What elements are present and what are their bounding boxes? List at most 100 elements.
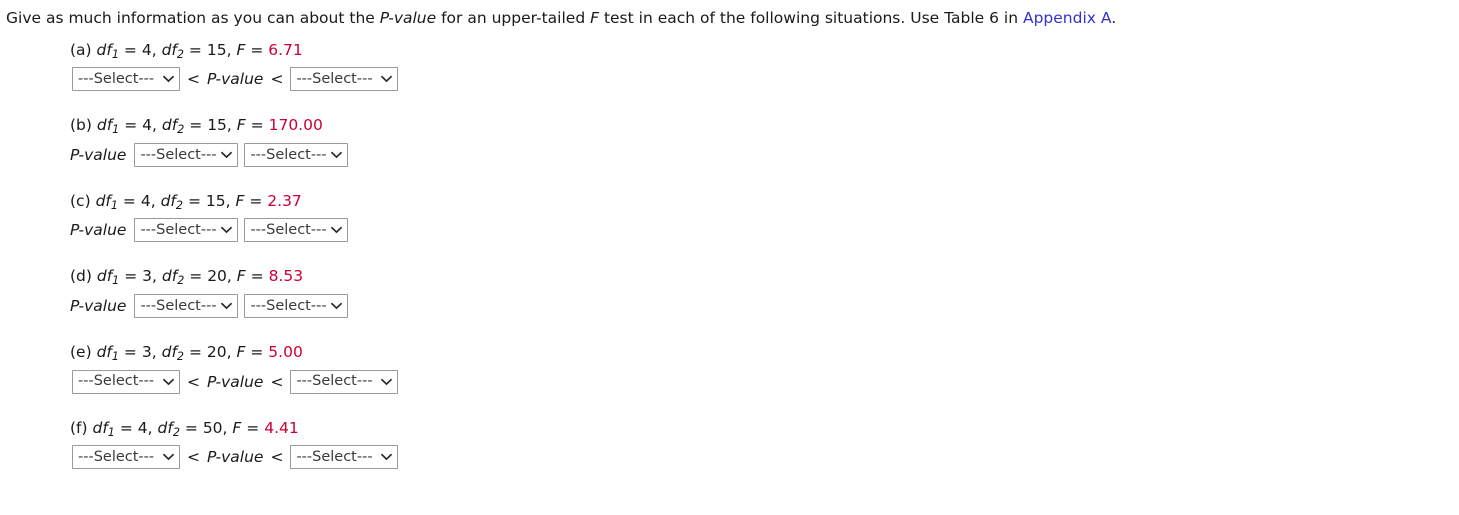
df1-symbol: df <box>96 116 113 135</box>
df2-subscript: 2 <box>175 198 183 212</box>
part-a-answer-row: ---Select--- < P-value < ---Select--- <box>72 67 1459 92</box>
part-f-upper-bound-wrap: ---Select--- <box>290 445 399 470</box>
part-f-pvalue-label: P-value <box>207 448 264 467</box>
part-e-df1-value: 3 <box>141 342 152 361</box>
equals-sign: = <box>189 267 203 286</box>
f-symbol: F <box>235 191 245 210</box>
comma-1: , <box>151 40 157 59</box>
part-d-comparator-wrap: ---Select--- <box>134 293 239 318</box>
part-b-f-value: 170.00 <box>268 116 323 135</box>
part-d-value-select[interactable]: ---Select--- <box>244 293 349 318</box>
prompt-segment-1: Give as much information as you can abou… <box>6 9 380 27</box>
part-e-lower-bound-wrap: ---Select--- <box>72 369 180 394</box>
less-than-operator-left: < <box>187 448 200 467</box>
df2-subscript: 2 <box>176 47 184 61</box>
part-d-f-value: 8.53 <box>268 267 304 286</box>
part-a-label: (a) <box>70 40 92 59</box>
df1-subscript: 1 <box>111 350 119 364</box>
df1-symbol: df <box>96 342 112 361</box>
equals-sign: = <box>123 40 137 59</box>
equals-sign: = <box>124 267 138 286</box>
part-e-upper-bound-select[interactable]: ---Select--- <box>290 369 399 394</box>
part-a-pvalue-label: P-value <box>207 70 264 89</box>
prompt-segment-3: test in each of the following situations… <box>599 9 1023 27</box>
equals-sign: = <box>188 40 202 59</box>
part-f-lower-bound-select[interactable]: ---Select--- <box>72 445 180 470</box>
part-e-f-value: 5.00 <box>268 342 303 361</box>
part-f-upper-bound-select[interactable]: ---Select--- <box>290 445 399 470</box>
part-f-f-value: 4.41 <box>264 418 299 437</box>
df2-symbol: df <box>161 116 178 135</box>
part-d-statement: (d) df1 = 3, df2 = 20, F = 8.53 <box>70 267 1459 286</box>
part-a-lower-bound-select[interactable]: ---Select--- <box>72 67 180 92</box>
df1-symbol: df <box>96 40 112 59</box>
f-symbol: F <box>232 418 242 437</box>
less-than-operator-right: < <box>270 448 284 467</box>
equals-sign: = <box>250 116 264 135</box>
question-prompt: Give as much information as you can abou… <box>0 0 1459 28</box>
part-d-pvalue-label: P-value <box>70 296 127 315</box>
part-a-df1-value: 4 <box>141 40 152 59</box>
df1-symbol: df <box>95 191 111 210</box>
less-than-operator-left: < <box>187 372 200 391</box>
part-c-df2-value: 15 <box>205 191 226 210</box>
part-a-upper-bound-wrap: ---Select--- <box>290 67 399 92</box>
comma-1: , <box>147 418 153 437</box>
part-d-df2-value: 20 <box>207 267 227 286</box>
comma-2: , <box>226 267 232 286</box>
part-b-comparator-select[interactable]: ---Select--- <box>134 142 239 167</box>
part-e-label: (e) <box>70 342 92 361</box>
part-c-label: (c) <box>70 191 91 210</box>
part-c-comparator-select[interactable]: ---Select--- <box>134 218 239 243</box>
less-than-operator-left: < <box>187 70 200 89</box>
equals-sign: = <box>184 418 198 437</box>
part-e-df2-value: 20 <box>206 342 227 361</box>
comma-1: , <box>150 191 156 210</box>
df2-symbol: df <box>161 40 177 59</box>
f-symbol: F <box>236 342 246 361</box>
part-d-df1-value: 3 <box>142 267 153 286</box>
part-b-value-select[interactable]: ---Select--- <box>244 142 349 167</box>
question-page: Give as much information as you can abou… <box>0 0 1459 515</box>
part-e-lower-bound-select[interactable]: ---Select--- <box>72 369 180 394</box>
df1-symbol: df <box>92 418 108 437</box>
df2-symbol: df <box>160 191 176 210</box>
df2-symbol: df <box>157 418 173 437</box>
comma-2: , <box>226 342 232 361</box>
equals-sign: = <box>189 116 203 135</box>
df2-symbol: df <box>161 342 177 361</box>
part-c-value-select[interactable]: ---Select--- <box>244 218 349 243</box>
part-c-answer-row: P-value ---Select--- ---Select--- <box>70 218 1459 243</box>
part-b-comparator-wrap: ---Select--- <box>134 142 239 167</box>
question-part-f: (f) df1 = 4, df2 = 50, F = 4.41 ---Selec… <box>70 419 1459 470</box>
comma-2: , <box>226 40 232 59</box>
appendix-a-link[interactable]: Appendix A <box>1023 9 1111 27</box>
comma-1: , <box>152 116 157 135</box>
part-f-answer-row: ---Select--- < P-value < ---Select--- <box>72 445 1459 470</box>
comma-2: , <box>226 116 232 135</box>
f-symbol: F <box>236 40 246 59</box>
part-f-df2-value: 50 <box>202 418 223 437</box>
part-a-upper-bound-select[interactable]: ---Select--- <box>290 67 399 92</box>
part-c-df1-value: 4 <box>140 191 151 210</box>
part-b-df2-value: 15 <box>207 116 227 135</box>
df1-subscript: 1 <box>112 123 120 137</box>
question-part-c: (c) df1 = 4, df2 = 15, F = 2.37 P-value … <box>70 192 1459 243</box>
f-symbol: F <box>236 116 246 135</box>
part-b-pvalue-label: P-value <box>70 145 127 164</box>
comma-1: , <box>152 267 157 286</box>
equals-sign: = <box>188 342 202 361</box>
part-c-statement: (c) df1 = 4, df2 = 15, F = 2.37 <box>70 192 1459 211</box>
df1-symbol: df <box>96 267 113 286</box>
part-b-answer-row: P-value ---Select--- ---Select--- <box>70 142 1459 167</box>
df1-subscript: 1 <box>112 274 120 288</box>
part-c-value-wrap: ---Select--- <box>244 218 349 243</box>
part-d-comparator-select[interactable]: ---Select--- <box>134 293 239 318</box>
equals-sign: = <box>250 267 264 286</box>
prompt-pvalue-term: P-value <box>379 9 437 27</box>
df1-subscript: 1 <box>111 47 119 61</box>
part-a-statement: (a) df1 = 4, df2 = 15, F = 6.71 <box>70 41 1459 60</box>
prompt-period: . <box>1111 9 1117 27</box>
equals-sign: = <box>119 418 133 437</box>
part-e-statement: (e) df1 = 3, df2 = 20, F = 5.00 <box>70 343 1459 362</box>
